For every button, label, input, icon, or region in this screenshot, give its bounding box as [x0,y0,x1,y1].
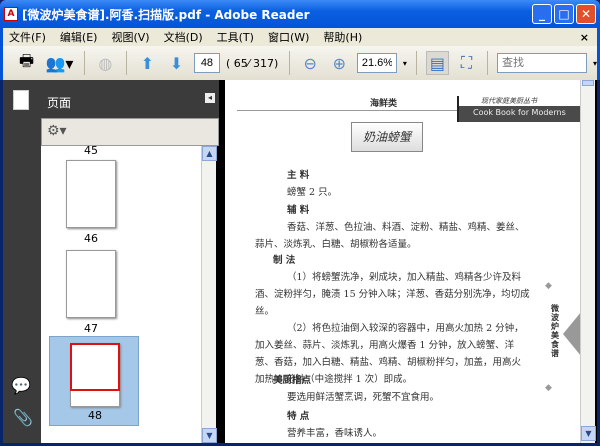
page-count: ( 65⁄ 317) [225,56,279,70]
zoom-in-icon[interactable]: ⊕ [328,51,351,75]
diamond-icon: ◆ [545,281,552,291]
separator [288,51,290,75]
scroll-down-icon[interactable]: ▼ [581,426,596,441]
separator [83,51,85,75]
scroll-thumb[interactable] [582,80,594,86]
series-banner: 现代家庭美厨丛书 Cook Book for Moderns [457,96,580,122]
pdf-icon: A [4,7,18,21]
globe-icon: ◍ [98,53,113,73]
thumbnail-label: 46 [84,232,98,245]
menu-window[interactable]: 窗口(W) [268,29,309,45]
viewport-indicator[interactable] [70,343,120,391]
thumbnail-page[interactable] [66,160,116,228]
zoom-input[interactable] [356,53,397,73]
dish-title: 奶油螃蟹 [351,122,423,152]
collapse-panel-button[interactable]: ◂ [205,93,215,103]
pages-panel-header: 页面 ◂ [41,80,219,118]
menu-file[interactable]: 文件(F) [9,29,46,45]
thumbnail-label: 45 [84,144,98,157]
thumbnails-list: 45 46 47 48 [41,144,201,443]
thumbnails-scrollbar[interactable]: ▲ ▼ [201,146,217,443]
search-dropdown-icon[interactable]: ▾ [593,59,597,68]
thumbnail-label: 48 [88,409,102,422]
heading-features: 特 点 [287,411,310,422]
workspace: 💬 📎 页面 ◂ ⚙▾ 45 46 47 48 ▲ ▼ 海鲜类 现代家庭美厨丛书… [3,80,597,443]
close-document-button[interactable]: × [580,31,589,44]
window-title: [微波炉美食谱].阿香.扫描版.pdf - Adobe Reader [22,7,310,22]
thumbnail-page[interactable] [66,250,116,318]
aux-ingredients: 香菇、洋葱、色拉油、料酒、淀粉、精盐、鸡精、姜丝、蒜片、淡炼乳、白糖、胡椒粉各适… [255,222,525,250]
step-1: （1）将螃蟹洗净，剁成块，加入精盐、鸡精各少许及料酒、淀粉拌匀，腌渍 15 分钟… [255,272,530,317]
menu-help[interactable]: 帮助(H) [323,29,362,45]
toolbar: 🖶 👥▾ ◍ ⬆ ⬇ ( 65⁄ 317) ⊖ ⊕ ▾ ▤ ⛶ ▾ [0,46,600,80]
tips: 要选用鲜活蟹烹调，死蟹不宜食用。 [287,392,440,403]
zoom-out-icon[interactable]: ⊖ [299,51,322,75]
share-icon[interactable]: 👥▾ [44,51,75,75]
menu-bar: 文件(F) 编辑(E) 视图(V) 文档(D) 工具(T) 窗口(W) 帮助(H… [0,28,600,46]
heading-method: 制 法 [273,255,296,266]
side-tab-arrow [563,312,580,356]
fit-page-icon[interactable]: ⛶ [455,51,478,75]
heading-main: 主 料 [287,170,310,181]
maximize-button[interactable]: □ [554,4,574,24]
series-subtitle: Cook Book for Moderns [473,108,566,117]
separator [415,51,417,75]
scroll-up-icon[interactable]: ▲ [202,146,217,161]
main-ingredients: 螃蟹 2 只。 [287,187,338,198]
series-title: 现代家庭美厨丛书 [459,96,580,106]
side-tab: 微波炉美食谱 [551,303,559,358]
heading-aux: 辅 料 [287,205,310,216]
previous-page-icon[interactable]: ⬆ [136,51,159,75]
menu-view[interactable]: 视图(V) [111,29,149,45]
features: 营养丰富，香味诱人。 [287,428,383,439]
document-scrollbar[interactable]: ▼ [580,80,596,443]
close-button[interactable]: ✕ [576,4,596,24]
separator [125,51,127,75]
separator [487,51,488,75]
navigation-strip: 💬 📎 [3,80,41,443]
menu-tools[interactable]: 工具(T) [217,29,254,45]
heading-tips: 美厨指点 [273,375,312,386]
fit-width-icon[interactable]: ▤ [425,51,449,75]
page-number-input[interactable] [193,53,220,73]
options-bar: ⚙▾ [41,118,219,146]
title-bar: A [微波炉美食谱].阿香.扫描版.pdf - Adobe Reader _ □… [0,0,600,28]
document-page: 海鲜类 现代家庭美厨丛书 Cook Book for Moderns 奶油螃蟹 … [225,80,580,443]
thumbnail-selected[interactable]: 48 [49,336,139,426]
diamond-icon: ◆ [545,383,552,393]
gear-icon[interactable]: ⚙▾ [47,123,67,139]
minimize-button[interactable]: _ [532,4,552,24]
comments-icon[interactable]: 💬 [11,376,31,395]
pages-panel-title: 页面 [47,96,72,110]
next-page-icon[interactable]: ⬇ [165,51,188,75]
menu-edit[interactable]: 编辑(E) [60,29,98,45]
menu-document[interactable]: 文档(D) [164,29,203,45]
thumbnail-label: 47 [84,322,98,335]
zoom-dropdown-icon[interactable]: ▾ [403,59,407,68]
scroll-down-icon[interactable]: ▼ [202,428,217,443]
attachments-icon[interactable]: 📎 [13,408,33,427]
search-input[interactable] [497,53,587,73]
print-icon[interactable]: 🖶 [15,51,38,75]
pages-icon[interactable] [13,90,29,110]
